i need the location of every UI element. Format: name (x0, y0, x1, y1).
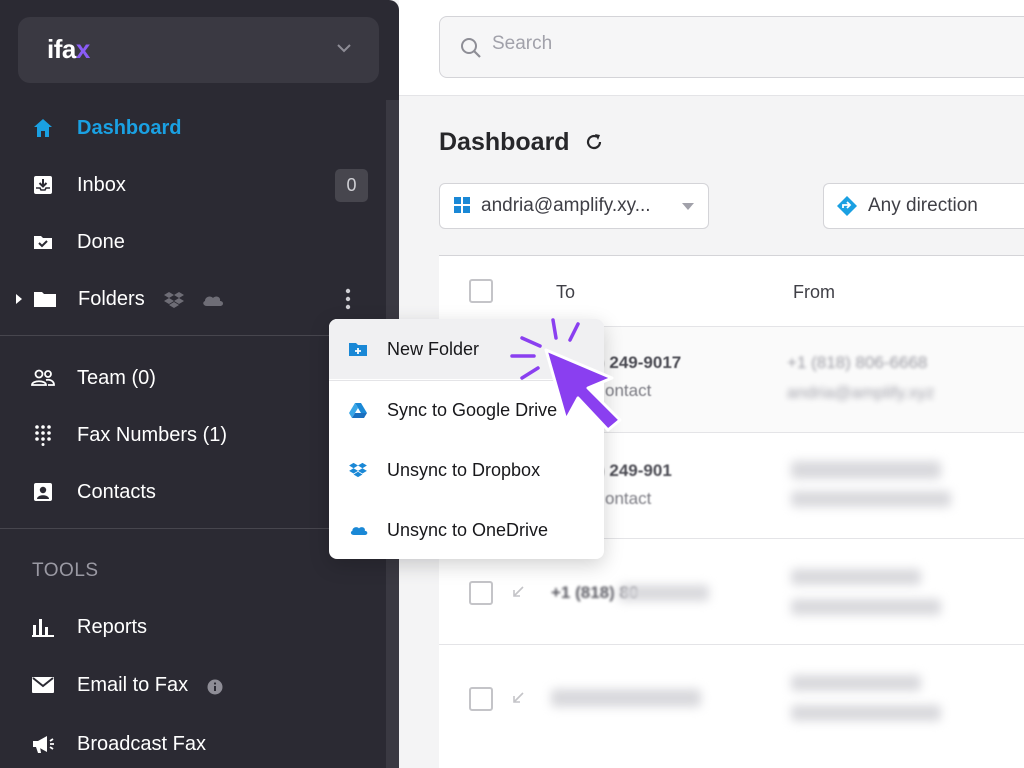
blurred-from-sub (791, 491, 951, 507)
blurred-from (791, 675, 921, 691)
sidebar-item-dashboard[interactable]: Dashboard (0, 103, 386, 153)
sidebar-item-folders[interactable]: Folders (0, 274, 386, 324)
blurred-from-sub (791, 599, 941, 615)
sidebar-item-label: Contacts (77, 480, 156, 503)
row-from-number: +1 (818) 806-6668 (787, 353, 928, 372)
sidebar-item-label: Folders (78, 287, 145, 310)
page-title: Dashboard (439, 128, 570, 156)
more-vertical-icon[interactable] (344, 288, 352, 310)
row-to-number: ) 249-901 (599, 461, 672, 480)
row-from-email: andria@amplify.xyz (787, 383, 935, 402)
blurred-from (791, 569, 921, 585)
incoming-arrow-icon (513, 586, 524, 597)
menu-item-unsync-onedrive[interactable]: Unsync to OneDrive (329, 500, 604, 559)
dialpad-icon (30, 422, 56, 448)
direction-filter-value: Any direction (868, 195, 978, 216)
sidebar-item-label: Inbox (77, 173, 126, 196)
sidebar-item-label: Done (77, 230, 125, 253)
search-input[interactable] (492, 33, 792, 55)
sidebar-item-inbox[interactable]: Inbox 0 (0, 160, 386, 210)
search-icon (461, 38, 481, 58)
row-checkbox[interactable] (469, 687, 493, 711)
blurred-to (619, 585, 709, 601)
google-drive-icon (349, 403, 367, 418)
sidebar-item-reports[interactable]: Reports (0, 602, 386, 652)
menu-item-label: New Folder (387, 338, 480, 359)
inbox-count-badge: 0 (335, 168, 368, 202)
search-box[interactable] (439, 16, 1024, 78)
sidebar-item-label: Team (0) (77, 366, 156, 389)
envelope-icon (30, 672, 56, 698)
row-to-contact: ontact (605, 489, 652, 508)
dropbox-icon (164, 292, 184, 308)
info-icon[interactable] (207, 679, 223, 695)
direction-diamond-icon (837, 196, 857, 216)
sidebar-item-email-to-fax[interactable]: Email to Fax (0, 660, 386, 710)
blurred-from-sub (791, 705, 941, 721)
onedrive-cloud-icon (350, 527, 368, 535)
menu-item-label: Unsync to OneDrive (387, 519, 549, 540)
sidebar-item-label: Fax Numbers (1) (77, 423, 228, 446)
incoming-arrow-icon (513, 692, 524, 703)
ifax-logo: ifax (47, 34, 90, 64)
dropbox-icon (349, 462, 367, 478)
sidebar-item-label: Email to Fax (77, 673, 189, 696)
direction-filter-select[interactable]: Any direction (823, 183, 1024, 229)
refresh-icon[interactable] (584, 132, 604, 152)
account-filter-select[interactable]: andria@amplify.xy... (439, 183, 709, 229)
row-checkbox[interactable] (469, 581, 493, 605)
brand-switcher[interactable]: ifax (18, 17, 379, 83)
blurred-to (551, 689, 701, 707)
sidebar-item-broadcast-fax[interactable]: Broadcast Fax (0, 719, 386, 768)
caret-down-icon (682, 203, 694, 210)
column-header-from: From (793, 282, 835, 302)
select-all-checkbox[interactable] (469, 279, 493, 303)
menu-item-unsync-dropbox[interactable]: Unsync to Dropbox (329, 440, 604, 500)
folder-icon (32, 286, 58, 312)
click-cursor-icon (510, 318, 622, 432)
sidebar-item-label: Reports (77, 615, 148, 638)
contact-card-icon (30, 479, 56, 505)
account-filter-value: andria@amplify.xy... (481, 195, 651, 216)
blurred-from (791, 461, 941, 479)
menu-item-label: Unsync to Dropbox (387, 459, 541, 480)
team-icon (30, 365, 56, 391)
bar-chart-icon (30, 614, 56, 640)
sidebar-item-done[interactable]: Done (0, 217, 386, 267)
column-header-to: To (556, 282, 576, 302)
grid-icon (454, 197, 470, 213)
megaphone-icon (30, 731, 56, 757)
inbox-icon (30, 172, 56, 198)
tools-section-title: TOOLS (32, 560, 99, 581)
home-icon (30, 115, 56, 141)
sidebar-item-label: Dashboard (77, 116, 182, 139)
top-bar (399, 0, 1024, 96)
cloud-icon (203, 296, 223, 306)
table-row[interactable] (439, 644, 1024, 750)
caret-right-icon[interactable] (14, 292, 24, 306)
sidebar-item-label: Broadcast Fax (77, 732, 206, 755)
chevron-down-icon (337, 44, 351, 53)
folder-plus-icon (349, 343, 367, 356)
folder-check-icon (30, 229, 56, 255)
